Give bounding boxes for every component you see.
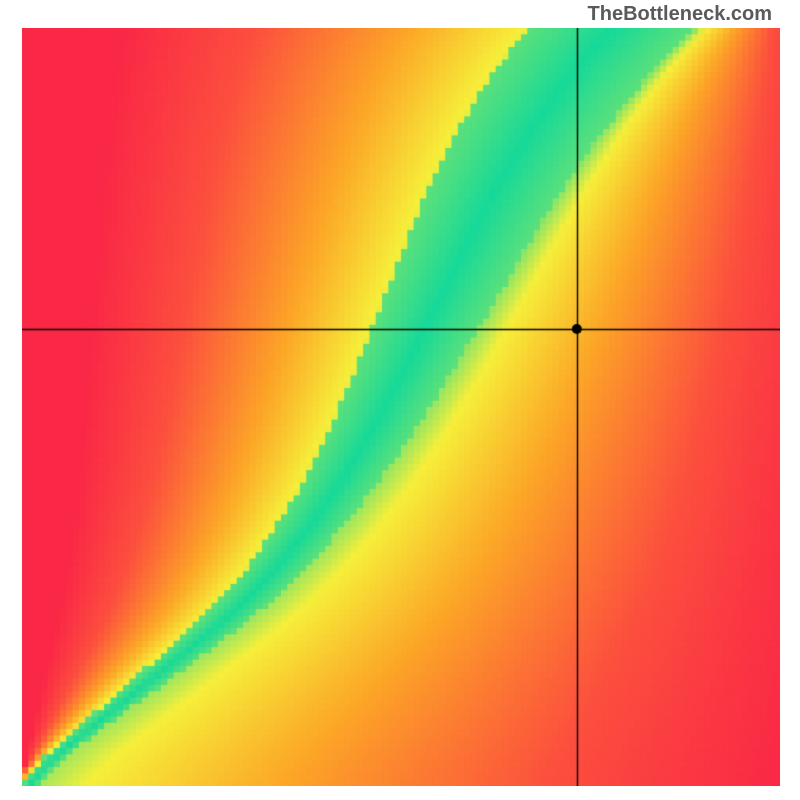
chart-container: TheBottleneck.com	[0, 0, 800, 800]
heatmap-canvas	[22, 28, 780, 786]
watermark-label: TheBottleneck.com	[588, 3, 772, 26]
